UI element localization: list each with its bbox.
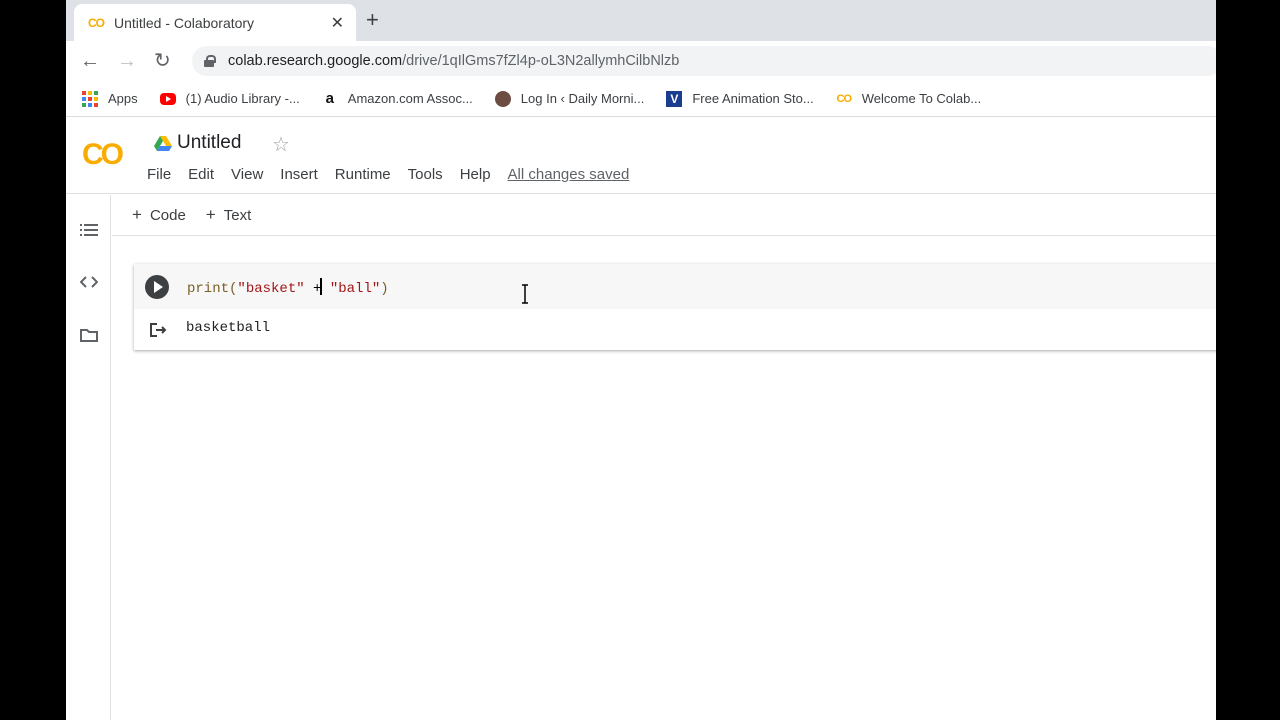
plus-icon: + xyxy=(205,205,216,224)
code-close-paren: ) xyxy=(380,281,389,297)
code-snippets-icon[interactable] xyxy=(80,273,98,291)
code-text[interactable]: print("basket" + "ball") xyxy=(187,278,389,297)
code-operator: + xyxy=(304,281,322,297)
notebook-title[interactable]: Untitled xyxy=(177,132,241,154)
browser-tab[interactable]: CO Untitled - Colaboratory ✕ xyxy=(74,4,356,41)
left-sidebar xyxy=(66,195,111,720)
bookmark-daily-morning[interactable]: Log In ‹ Daily Morni... xyxy=(494,90,645,107)
plus-icon: + xyxy=(132,205,142,224)
reload-icon[interactable]: ↻ xyxy=(154,49,171,73)
bookmark-welcome-colab[interactable]: CO Welcome To Colab... xyxy=(836,91,982,107)
folder-icon[interactable] xyxy=(80,326,98,344)
bookmark-label: (1) Audio Library -... xyxy=(185,91,300,106)
browser-window: CO Untitled - Colaboratory ✕ + ← → ↻ col… xyxy=(66,0,1216,720)
url-text: colab.research.google.com/drive/1qIlGms7… xyxy=(228,53,679,69)
tab-title: Untitled - Colaboratory xyxy=(114,14,255,31)
lock-icon xyxy=(204,55,216,67)
cell-toolbar: + Code + Text xyxy=(112,195,1216,236)
save-status-link[interactable]: All changes saved xyxy=(508,166,630,183)
ibeam-cursor-icon xyxy=(522,284,528,304)
colab-logo[interactable]: CO xyxy=(82,138,124,172)
menu-view[interactable]: View xyxy=(231,166,263,183)
apps-grid-icon xyxy=(82,90,98,107)
code-string-1: "basket" xyxy=(237,281,305,297)
add-text-label: Text xyxy=(223,206,252,224)
table-of-contents-icon[interactable] xyxy=(80,221,98,239)
close-tab-icon[interactable]: ✕ xyxy=(331,13,344,33)
url-path: /drive/1qIlGms7fZl4p-oL3N2allymhCilbNlzb xyxy=(402,53,680,69)
v-icon: V xyxy=(666,90,683,107)
bookmark-label: Apps xyxy=(108,91,138,106)
bookmark-label: Amazon.com Assoc... xyxy=(347,91,473,106)
bookmark-label: Free Animation Sto... xyxy=(692,91,814,106)
colab-header: CO Untitled ☆ File Edit View Insert Runt… xyxy=(66,118,1216,194)
youtube-icon xyxy=(159,91,176,107)
code-cell[interactable]: print("basket" + "ball") basketball xyxy=(134,264,1216,350)
url-host: colab.research.google.com xyxy=(228,53,403,69)
menu-runtime[interactable]: Runtime xyxy=(335,166,391,183)
code-string-2: "ball" xyxy=(321,281,381,297)
menu-tools[interactable]: Tools xyxy=(408,166,443,183)
add-code-label: Code xyxy=(149,206,186,224)
colab-favicon-icon: CO xyxy=(88,15,105,30)
bookmark-free-animation[interactable]: V Free Animation Sto... xyxy=(666,90,814,107)
new-tab-icon[interactable]: + xyxy=(366,9,379,31)
run-cell-button[interactable] xyxy=(145,275,169,299)
amazon-icon: a xyxy=(325,90,334,107)
back-arrow-icon[interactable]: ← xyxy=(80,49,100,73)
bookmark-apps[interactable]: Apps xyxy=(82,90,138,107)
menu-edit[interactable]: Edit xyxy=(188,166,214,183)
bookmark-audio-library[interactable]: (1) Audio Library -... xyxy=(159,91,300,107)
browser-toolbar: ← → ↻ colab.research.google.com/drive/1q… xyxy=(66,41,1216,81)
drive-icon xyxy=(154,136,172,151)
tab-strip: CO Untitled - Colaboratory ✕ + xyxy=(66,0,1216,41)
menu-insert[interactable]: Insert xyxy=(280,166,318,183)
forward-arrow-icon[interactable]: → xyxy=(117,49,137,73)
star-icon[interactable]: ☆ xyxy=(272,132,290,157)
bookmark-label: Log In ‹ Daily Morni... xyxy=(520,91,645,106)
address-bar[interactable]: colab.research.google.com/drive/1qIlGms7… xyxy=(192,46,1216,76)
cell-output: basketball xyxy=(186,320,271,336)
add-text-button[interactable]: + Text xyxy=(206,205,251,225)
colab-icon: CO xyxy=(836,92,853,105)
code-function: print( xyxy=(187,281,238,297)
cell-editor[interactable]: print("basket" + "ball") xyxy=(134,264,1216,309)
menu-bar: File Edit View Insert Runtime Tools Help… xyxy=(147,166,646,183)
daily-morning-icon xyxy=(494,90,511,107)
bookmark-label: Welcome To Colab... xyxy=(861,91,982,106)
menu-file[interactable]: File xyxy=(147,166,171,183)
add-code-button[interactable]: + Code xyxy=(132,205,186,225)
bookmarks-bar: Apps (1) Audio Library -... a Amazon.com… xyxy=(66,81,1216,117)
output-icon[interactable] xyxy=(149,322,167,338)
menu-help[interactable]: Help xyxy=(460,166,491,183)
bookmark-amazon[interactable]: a Amazon.com Assoc... xyxy=(322,90,473,107)
